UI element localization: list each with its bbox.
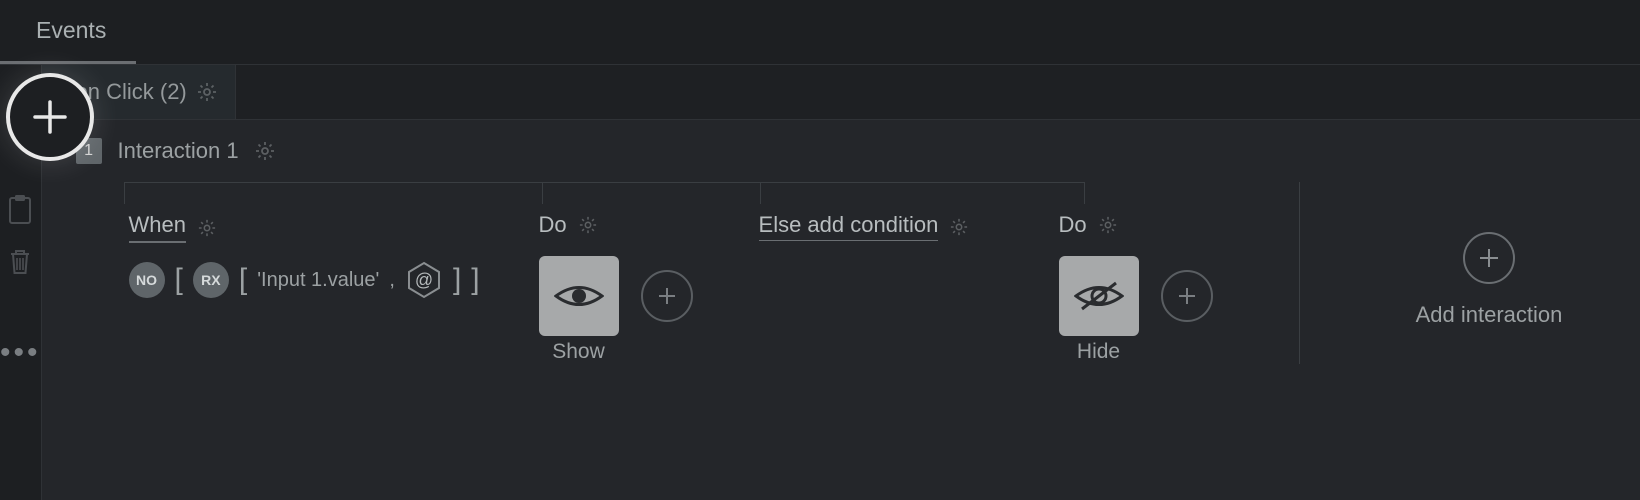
- tab-events[interactable]: Events: [0, 0, 136, 64]
- plus-icon: [1476, 245, 1502, 271]
- comma: ,: [389, 269, 395, 292]
- clipboard-icon[interactable]: [7, 195, 33, 225]
- add-interaction-pane: Add interaction: [1299, 182, 1640, 364]
- else-add-condition[interactable]: Else add condition: [759, 212, 939, 241]
- add-interaction-button[interactable]: [1463, 232, 1515, 284]
- plus-icon: [655, 284, 679, 308]
- left-rail: •••: [0, 65, 42, 500]
- tab-strip: Events: [0, 0, 1640, 65]
- action-hide-label: Hide: [1059, 340, 1139, 364]
- pill-no[interactable]: NO: [129, 262, 165, 298]
- condition-text: 'Input 1.value': [257, 269, 379, 292]
- interaction-header: 1 Interaction 1: [42, 120, 1640, 182]
- gear-icon[interactable]: [198, 219, 216, 237]
- when-label[interactable]: When: [129, 212, 186, 243]
- trash-icon[interactable]: [7, 247, 33, 277]
- event-bar: on Click (2): [42, 65, 1640, 120]
- eye-off-icon: [1074, 279, 1124, 313]
- bracket-open: [: [239, 263, 247, 297]
- tab-events-label: Events: [36, 17, 106, 44]
- add-action-button[interactable]: [1161, 270, 1213, 322]
- interaction-title[interactable]: Interaction 1: [118, 138, 239, 164]
- do-label: Do: [1059, 212, 1087, 238]
- rule-area: When NO [ RX [ 'Input 1.value' ,: [42, 182, 1299, 364]
- add-interaction-label: Add interaction: [1416, 302, 1563, 328]
- plus-icon: [1175, 284, 1199, 308]
- add-action-button[interactable]: [641, 270, 693, 322]
- condition-expression[interactable]: NO [ RX [ 'Input 1.value' , @ ] ]: [129, 261, 549, 299]
- action-hide-tile[interactable]: [1059, 256, 1139, 336]
- gear-icon[interactable]: [579, 216, 597, 234]
- bracket-open: [: [175, 263, 183, 297]
- add-event-button[interactable]: [6, 73, 94, 161]
- do-label: Do: [539, 212, 567, 238]
- svg-text:@: @: [415, 270, 433, 290]
- at-token[interactable]: @: [405, 261, 443, 299]
- gear-icon[interactable]: [1099, 216, 1117, 234]
- plus-icon: [31, 98, 69, 136]
- event-tab-label: on Click (2): [76, 79, 187, 105]
- gear-icon[interactable]: [255, 141, 275, 161]
- action-show-tile[interactable]: [539, 256, 619, 336]
- gear-icon[interactable]: [950, 218, 968, 236]
- action-show-label: Show: [539, 340, 619, 364]
- more-icon[interactable]: •••: [0, 336, 41, 370]
- pill-rx[interactable]: RX: [193, 262, 229, 298]
- gear-icon[interactable]: [197, 82, 217, 102]
- bracket-close: ]: [471, 263, 479, 297]
- bracket-close: ]: [453, 263, 461, 297]
- eye-icon: [554, 279, 604, 313]
